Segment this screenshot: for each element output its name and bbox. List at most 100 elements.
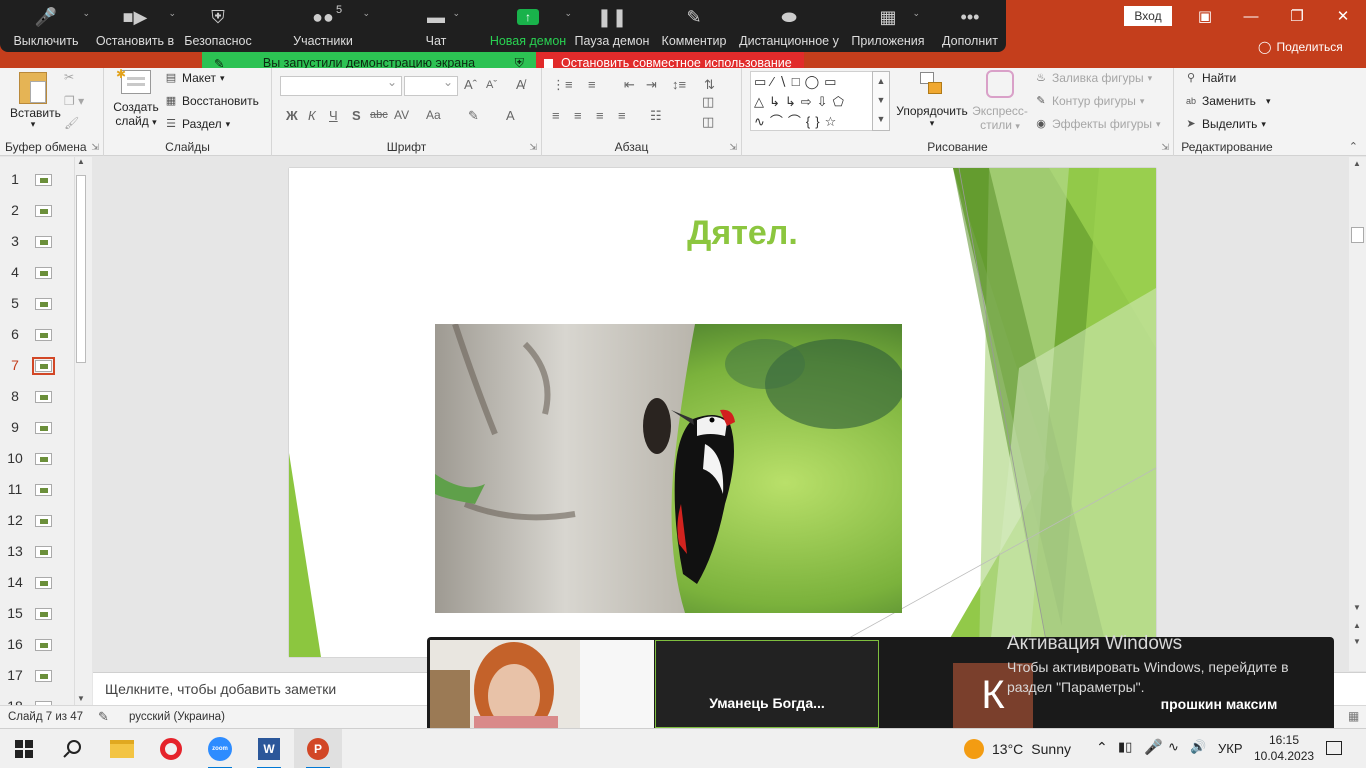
canvas-scroll-thumb[interactable]: [1351, 227, 1364, 243]
italic-button[interactable]: К: [308, 108, 316, 123]
slide-thumbnail[interactable]: 3: [0, 227, 72, 258]
slide-thumbnail[interactable]: 17: [0, 661, 72, 692]
chevron-down-icon[interactable]: ⌄: [362, 8, 370, 19]
font-size-combo[interactable]: [404, 75, 458, 96]
clock[interactable]: 16:15 10.04.2023: [1254, 732, 1314, 764]
more-button[interactable]: ••• Дополнит: [934, 0, 1006, 52]
slide-thumbnail[interactable]: 5: [0, 289, 72, 320]
format-painter-icon[interactable]: 🖌: [64, 116, 79, 130]
collapse-ribbon-icon[interactable]: ⌃: [1349, 140, 1358, 153]
underline-button[interactable]: Ч: [329, 108, 338, 123]
align-left-icon[interactable]: ≡: [552, 108, 560, 123]
chevron-down-icon[interactable]: ▾: [894, 118, 970, 129]
search-button[interactable]: [48, 729, 96, 768]
thumbnail-scroll-thumb[interactable]: [76, 175, 86, 363]
file-explorer-button[interactable]: [98, 729, 146, 768]
columns-icon[interactable]: ☷: [650, 108, 662, 124]
notifications-icon[interactable]: [1326, 741, 1342, 755]
clear-formatting-icon[interactable]: A̸: [516, 77, 525, 92]
apps-button[interactable]: ▦ ⌄ Приложения: [842, 0, 934, 52]
change-case-button[interactable]: Aa: [426, 108, 441, 122]
share-button[interactable]: ◯ Поделиться: [1258, 40, 1343, 54]
replace-button[interactable]: ab Заменить ▾: [1184, 94, 1270, 108]
mute-button[interactable]: 🎤 ⌄ Выключить: [0, 0, 92, 52]
line-spacing-icon[interactable]: ↕≡: [672, 77, 686, 92]
justify-icon[interactable]: ≡: [618, 108, 626, 123]
reset-button[interactable]: ▦ Восстановить: [164, 94, 259, 108]
cut-icon[interactable]: ✂: [64, 70, 74, 84]
video-tile-participant[interactable]: прошкин максим: [1107, 640, 1331, 728]
slide-thumbnail[interactable]: 1: [0, 165, 72, 196]
select-button[interactable]: ➤ Выделить ▾: [1184, 117, 1266, 131]
chevron-down-icon[interactable]: ⌄: [168, 8, 176, 19]
microphone-icon[interactable]: 🎤: [1144, 738, 1163, 756]
slide-thumbnail[interactable]: 14: [0, 568, 72, 599]
spellcheck-icon[interactable]: ✎: [98, 709, 109, 725]
chat-button[interactable]: ▬ ⌄ Чат: [388, 0, 484, 52]
highlight-icon[interactable]: ✎: [468, 108, 479, 124]
volume-icon[interactable]: 🔊: [1190, 739, 1206, 755]
pause-share-button[interactable]: ❚❚ Пауза демон: [572, 0, 652, 52]
gallery-scroll[interactable]: ▲ ▼ ▼: [872, 71, 890, 131]
copy-icon[interactable]: ❐ ▾: [64, 94, 84, 108]
current-slide[interactable]: Дятел.: [289, 168, 1156, 657]
remote-control-button[interactable]: ⬬ Дистанционное у: [736, 0, 842, 52]
show-hidden-icons[interactable]: ⌃: [1096, 739, 1108, 756]
ribbon-display-icon[interactable]: ▣: [1182, 4, 1228, 28]
layout-button[interactable]: ▤ Макет ▾: [164, 71, 225, 85]
scroll-up-icon[interactable]: ▲: [77, 157, 85, 166]
slide-thumbnail[interactable]: 10: [0, 444, 72, 475]
weather-widget[interactable]: 13°C Sunny: [964, 729, 1071, 768]
align-right-icon[interactable]: ≡: [596, 108, 604, 123]
chevron-down-icon[interactable]: ⌄: [564, 8, 572, 19]
slide-thumbnail[interactable]: 9: [0, 413, 72, 444]
text-direction-icon[interactable]: ⇅: [704, 77, 715, 93]
slide-thumbnail[interactable]: 16: [0, 630, 72, 661]
zoom-app-button[interactable]: zoom: [196, 729, 244, 768]
stop-video-button[interactable]: ■▶ ⌄ Остановить в: [92, 0, 178, 52]
slide-thumbnail[interactable]: 8: [0, 382, 72, 413]
decrease-indent-icon[interactable]: ⇤: [624, 77, 635, 93]
chevron-down-icon[interactable]: ⌄: [452, 8, 460, 19]
slide-thumbnail[interactable]: 11: [0, 475, 72, 506]
slide-title[interactable]: Дятел.: [289, 214, 1156, 253]
security-button[interactable]: ⛨ Безопаснос: [178, 0, 258, 52]
shape-effects-button[interactable]: ◉ Эффекты фигуры ▾: [1034, 117, 1160, 131]
char-spacing-button[interactable]: AV: [394, 108, 409, 122]
decrease-font-icon[interactable]: Aˇ: [486, 79, 497, 91]
close-icon[interactable]: ✕: [1320, 4, 1366, 28]
new-slide-button[interactable]: ✱ Создать слайд ▾: [112, 67, 160, 128]
paste-button[interactable]: Вставить ▾: [10, 72, 61, 129]
previous-slide-icon[interactable]: ▲: [1353, 621, 1361, 630]
minimize-icon[interactable]: —: [1228, 4, 1274, 28]
slide-thumbnail[interactable]: 7: [0, 351, 72, 382]
opera-button[interactable]: [147, 729, 195, 768]
scroll-up-icon[interactable]: ▲: [1353, 159, 1361, 168]
wifi-icon[interactable]: ∿: [1168, 739, 1179, 755]
scroll-down-icon[interactable]: ▼: [1353, 603, 1361, 612]
word-button[interactable]: W: [245, 729, 293, 768]
section-button[interactable]: ☰ Раздел ▾: [164, 117, 230, 131]
slide-thumbnail[interactable]: 13: [0, 537, 72, 568]
chevron-down-icon[interactable]: ▾: [10, 120, 56, 129]
dialog-launcher-icon[interactable]: ⇲: [529, 142, 537, 153]
font-name-combo[interactable]: [280, 75, 402, 96]
align-text-icon[interactable]: ◫: [702, 94, 714, 110]
slide-thumbnail[interactable]: 2: [0, 196, 72, 227]
input-language[interactable]: УКР: [1218, 741, 1243, 756]
sign-in-button[interactable]: Вход: [1124, 6, 1172, 26]
video-tile-self[interactable]: [430, 640, 654, 728]
increase-indent-icon[interactable]: ⇥: [646, 77, 657, 93]
strikethrough-button[interactable]: abc: [370, 109, 388, 121]
font-color-button[interactable]: A: [506, 108, 515, 123]
annotate-button[interactable]: ✎ Комментир: [652, 0, 736, 52]
battery-icon[interactable]: ▮▯: [1118, 739, 1132, 755]
video-tile-participant[interactable]: Уманець Богда...: [655, 640, 879, 728]
start-button[interactable]: [0, 729, 48, 768]
new-share-button[interactable]: ↑ ⌄ Новая демон: [484, 0, 572, 52]
slide-thumbnail[interactable]: 6: [0, 320, 72, 351]
bold-button[interactable]: Ж: [286, 108, 298, 123]
shape-outline-button[interactable]: ✎ Контур фигуры ▾: [1034, 94, 1144, 108]
resize-grip-icon[interactable]: ▦: [1348, 709, 1359, 723]
participants-button[interactable]: ●● 5 ⌄ Участники: [258, 0, 388, 52]
